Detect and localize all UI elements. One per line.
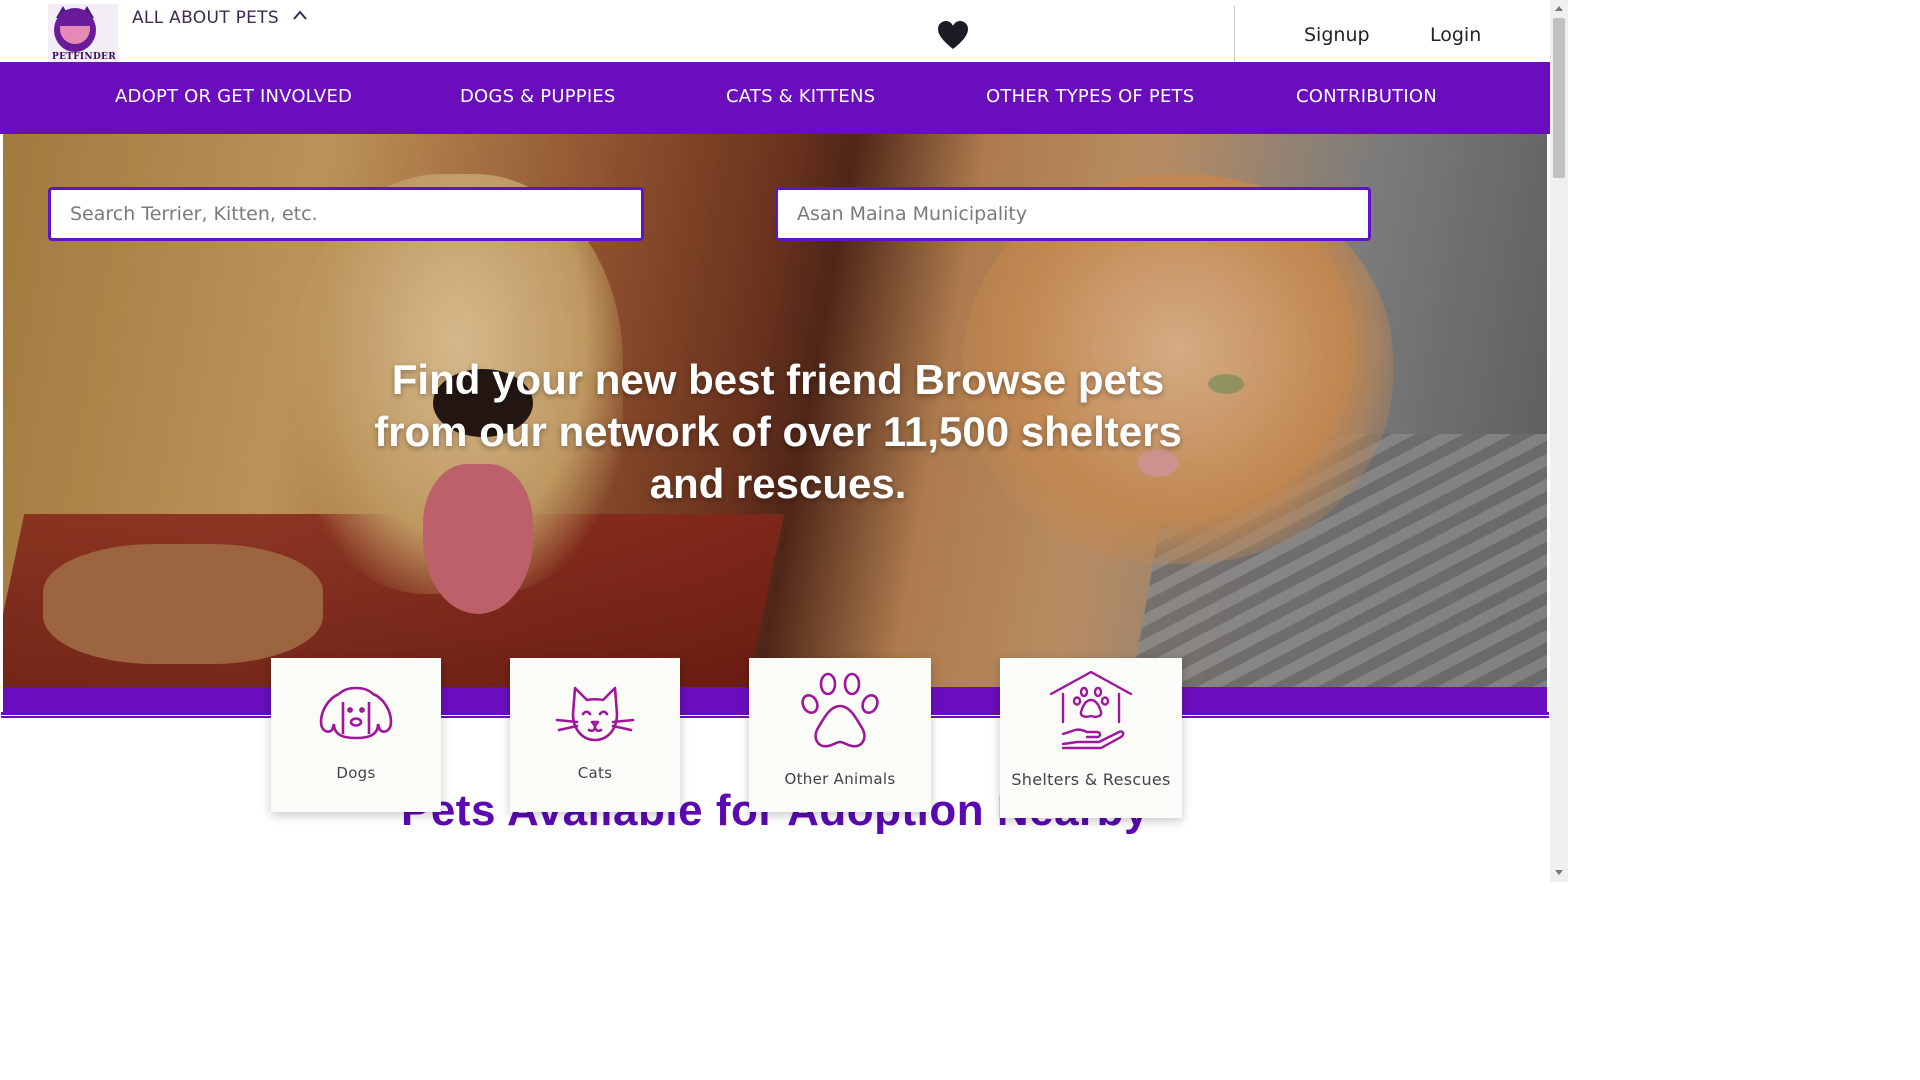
petfinder-logo[interactable]: PETFINDER [48, 4, 118, 62]
scroll-down-arrow-icon[interactable] [1555, 870, 1563, 875]
scrollbar-thumb[interactable] [1553, 18, 1565, 178]
category-card-dogs[interactable]: Dogs [271, 658, 441, 812]
nav-other-types-of-pets[interactable]: OTHER TYPES OF PETS [986, 86, 1194, 107]
signup-link[interactable]: Signup [1304, 24, 1370, 46]
header-divider [1234, 6, 1235, 62]
nav-contribution[interactable]: CONTRIBUTION [1296, 86, 1437, 107]
category-card-shelters-rescues[interactable]: Shelters & Rescues [1000, 658, 1182, 818]
dog-icon [319, 686, 393, 740]
hero-headline: Find your new best friend Browse pets fr… [374, 356, 1182, 507]
scroll-up-arrow-icon[interactable] [1555, 6, 1563, 11]
nav-dogs-and-puppies[interactable]: DOGS & PUPPIES [460, 86, 616, 107]
category-card-other-animals[interactable]: Other Animals [749, 658, 931, 812]
shelter-icon [1049, 670, 1133, 750]
nav-cats-and-kittens[interactable]: CATS & KITTENS [726, 86, 875, 107]
logo-text: PETFINDER [52, 52, 116, 62]
category-label: Cats [577, 764, 613, 782]
category-card-cats[interactable]: Cats [510, 658, 680, 812]
chevron-up-icon[interactable] [292, 8, 308, 22]
category-label: Shelters & Rescues [1011, 770, 1171, 789]
top-header: PETFINDER ALL ABOUT PETS Signup Login [0, 0, 1550, 62]
nav-adopt-or-get-involved[interactable]: ADOPT OR GET INVOLVED [115, 86, 352, 107]
hero-banner: Find your new best friend Browse pets fr… [3, 134, 1547, 687]
paw-icon [801, 672, 879, 748]
category-label: Dogs [336, 764, 376, 782]
category-label: Other Animals [784, 770, 896, 788]
location-search-input[interactable] [775, 187, 1371, 241]
favorites-heart-icon[interactable] [937, 20, 969, 50]
page-scrollbar[interactable] [1550, 0, 1568, 882]
main-navigation: ADOPT OR GET INVOLVED DOGS & PUPPIES CAT… [0, 62, 1550, 134]
login-link[interactable]: Login [1430, 24, 1481, 46]
pet-search-input[interactable] [48, 187, 644, 241]
all-about-pets-menu[interactable]: ALL ABOUT PETS [132, 8, 279, 28]
cat-icon [555, 686, 635, 742]
